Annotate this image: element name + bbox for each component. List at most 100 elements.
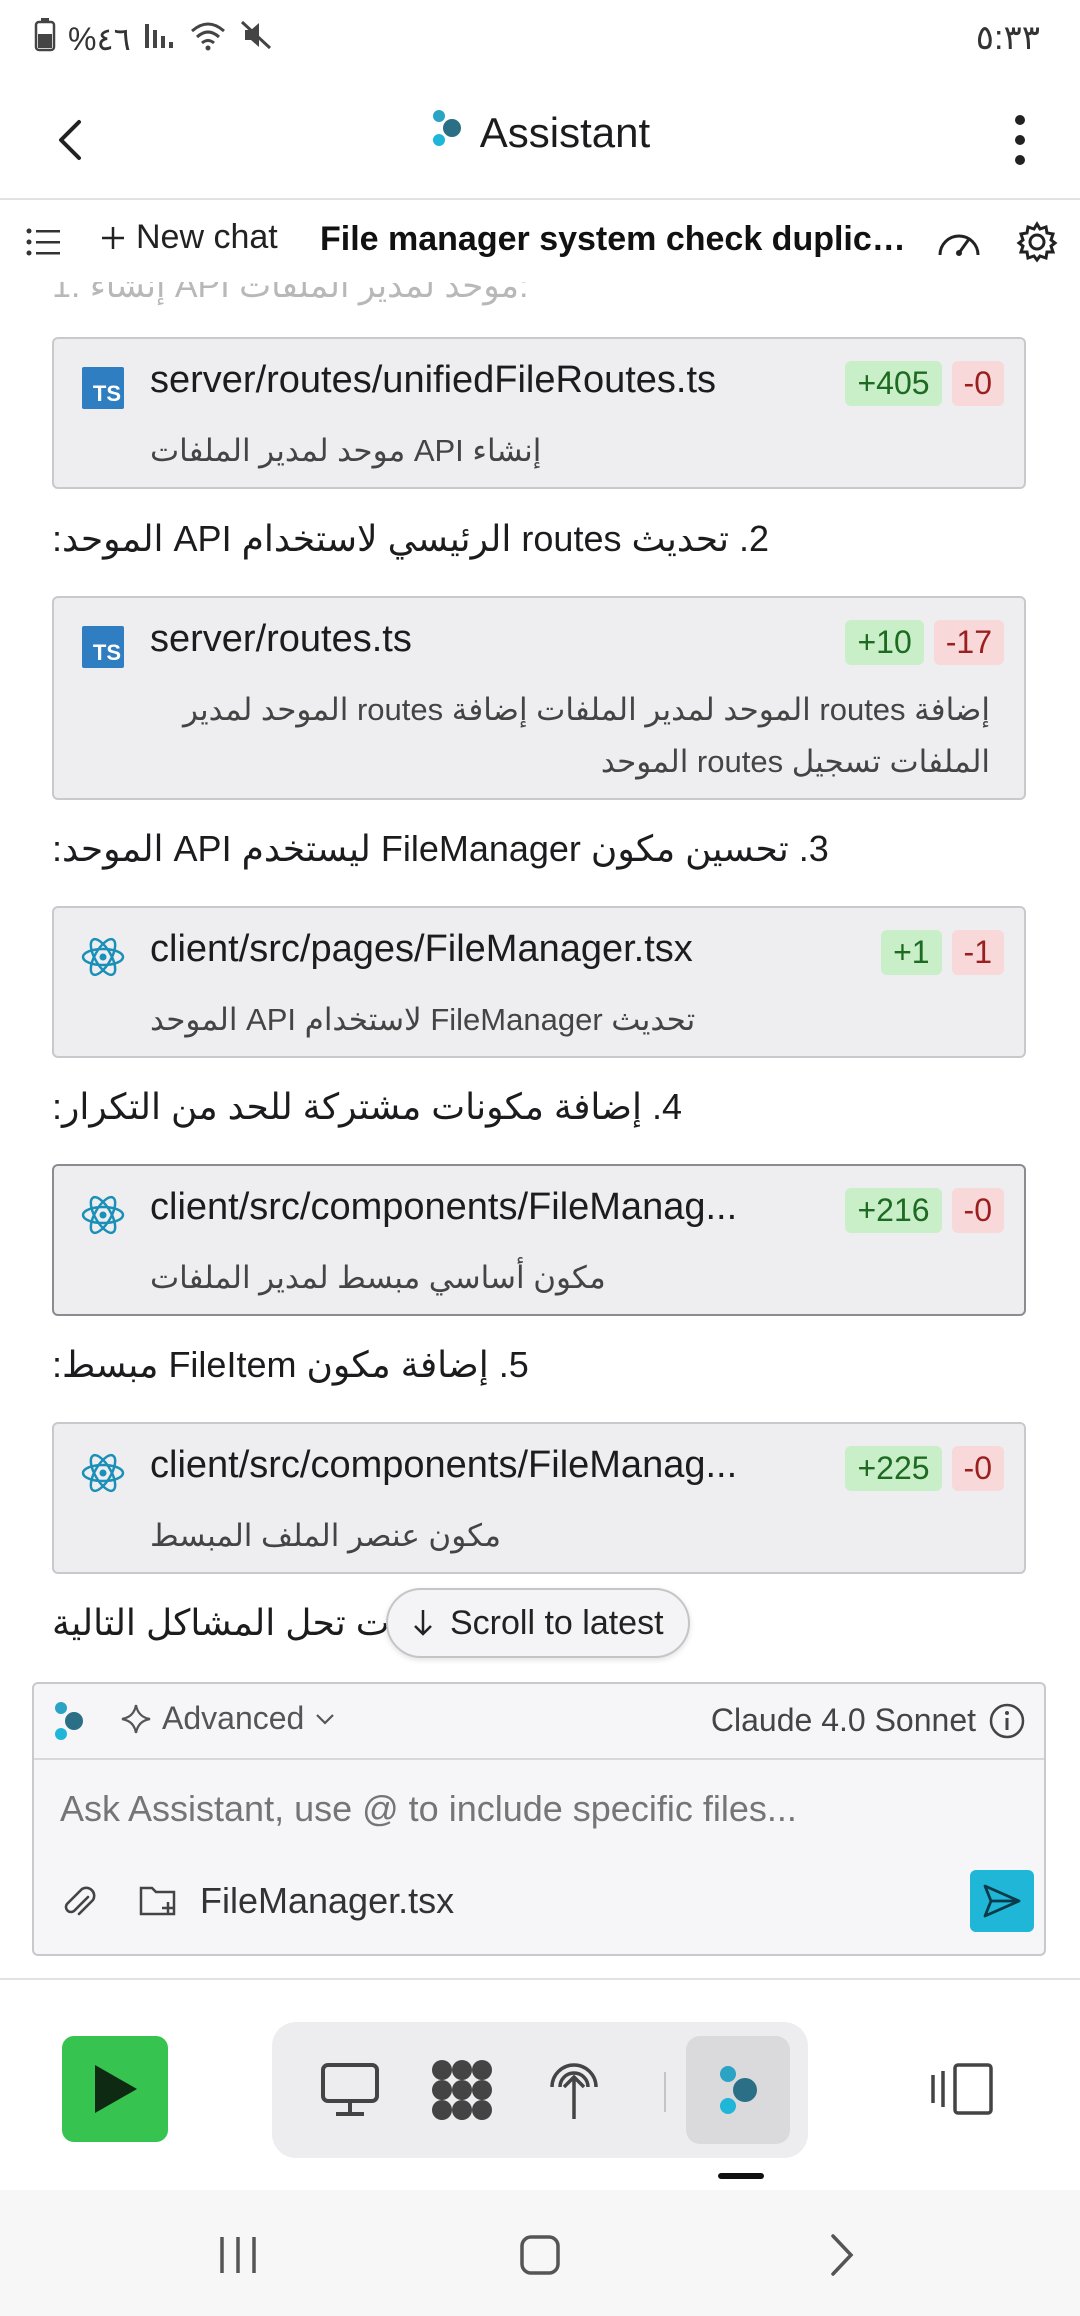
battery-percent: %٤٦ <box>68 21 131 57</box>
assistant-logo-icon <box>52 1700 86 1747</box>
diff-stats: +225 -0 <box>845 1446 1004 1491</box>
file-change-description: مكون عنصر الملف المبسط <box>150 1518 501 1553</box>
conversation[interactable]: 1. إنشاء API موحد لمدير الملفات: TS serv… <box>0 282 1080 1672</box>
new-chat-button[interactable]: New chat <box>100 218 278 257</box>
file-change-card[interactable]: TS server/routes.ts +10 -17 إضافة routes… <box>52 596 1026 800</box>
drag-handle[interactable] <box>718 2173 764 2179</box>
more-options-button[interactable] <box>1000 108 1040 172</box>
chat-title[interactable]: File manager system check duplicat... <box>320 220 920 259</box>
file-change-card[interactable]: client/src/components/FileManag... +216 … <box>52 1164 1026 1316</box>
file-change-description: تحديث FileManager لاستخدام API الموحد <box>150 1002 696 1037</box>
file-change-card[interactable]: TS server/routes/unifiedFileRoutes.ts +4… <box>52 337 1026 489</box>
lines-removed-badge: -1 <box>951 930 1004 975</box>
more-vertical-icon <box>1015 115 1025 165</box>
app-header: Assistant <box>0 80 1080 200</box>
back-nav-button[interactable] <box>802 2220 882 2290</box>
settings-button[interactable] <box>1012 218 1062 266</box>
page-title-wrap: Assistant <box>0 108 1080 158</box>
diff-stats: +216 -0 <box>845 1188 1004 1233</box>
model-label[interactable]: Claude 4.0 Sonnet <box>711 1702 976 1739</box>
tool-switcher <box>272 2022 808 2158</box>
file-path: client/src/pages/FileManager.tsx <box>150 928 693 970</box>
typescript-icon: TS <box>80 365 126 411</box>
message-composer: Advanced Claude 4.0 Sonnet FileManager.t… <box>32 1682 1046 1956</box>
scroll-to-latest-button[interactable]: Scroll to latest <box>386 1588 690 1658</box>
file-change-card[interactable]: client/src/pages/FileManager.tsx +1 -1 ت… <box>52 906 1026 1058</box>
scroll-to-latest-label: Scroll to latest <box>450 1603 664 1642</box>
file-change-description: إنشاء API موحد لمدير الملفات <box>150 433 542 468</box>
lines-added-badge: +216 <box>845 1188 942 1233</box>
lines-added-badge: +1 <box>881 930 942 975</box>
recents-icon <box>220 2237 256 2273</box>
home-icon <box>520 2235 560 2275</box>
mode-label: Advanced <box>162 1700 305 1736</box>
status-icons: %٤٦ <box>34 18 273 60</box>
step-heading: 4. إضافة مكونات مشتركة للحد من التكرار: <box>52 1086 682 1127</box>
tool-webview[interactable] <box>310 2050 390 2130</box>
message-input[interactable] <box>60 1788 1020 1830</box>
faded-step-heading: 1. إنشاء API موحد لمدير الملفات: <box>52 282 529 305</box>
run-button[interactable] <box>62 2036 168 2142</box>
lines-removed-badge: -0 <box>951 1188 1004 1233</box>
page-title: Assistant <box>479 109 651 156</box>
recent-apps-button[interactable] <box>198 2220 278 2290</box>
attach-button[interactable] <box>54 1878 106 1930</box>
composer-options-row: Advanced Claude 4.0 Sonnet <box>34 1684 1044 1760</box>
chevron-right-icon <box>831 2234 854 2276</box>
workspace-toolbar <box>0 1978 1080 2188</box>
usage-button[interactable] <box>934 218 984 266</box>
tool-deploy[interactable] <box>534 2050 614 2130</box>
lines-removed-badge: -0 <box>951 1446 1004 1491</box>
diff-stats: +405 -0 <box>845 361 1004 406</box>
send-icon <box>983 1884 1021 1918</box>
paperclip-icon <box>64 1886 96 1916</box>
lines-removed-badge: -0 <box>951 361 1004 406</box>
mode-selector[interactable]: Advanced <box>120 1700 336 1737</box>
file-path: client/src/components/FileManag... <box>150 1444 738 1486</box>
home-button[interactable] <box>500 2220 580 2290</box>
lines-removed-badge: -17 <box>933 620 1004 665</box>
diff-stats: +10 -17 <box>845 620 1004 665</box>
tool-assistant[interactable] <box>686 2036 790 2144</box>
file-path: server/routes/unifiedFileRoutes.ts <box>150 359 717 401</box>
file-path: server/routes.ts <box>150 618 412 660</box>
lines-added-badge: +405 <box>845 361 942 406</box>
file-change-card[interactable]: client/src/components/FileManag... +225 … <box>52 1422 1026 1574</box>
typescript-icon: TS <box>80 624 126 670</box>
wifi-icon <box>189 19 227 59</box>
arrow-down-icon <box>414 1610 432 1636</box>
system-nav-bar <box>0 2190 1080 2316</box>
gear-icon <box>1016 221 1058 263</box>
step-heading: 5. إضافة مكون FileItem مبسط: <box>52 1344 529 1385</box>
model-info-button[interactable] <box>986 1700 1028 1742</box>
mute-icon <box>239 19 273 59</box>
context-file-chip[interactable]: FileManager.tsx <box>138 1880 454 1922</box>
chat-toolbar: New chat File manager system check dupli… <box>0 200 1080 282</box>
react-icon <box>80 934 126 980</box>
play-icon <box>95 2065 137 2113</box>
monitor-icon <box>321 2063 379 2116</box>
react-icon <box>80 1450 126 1496</box>
battery-icon <box>34 18 56 60</box>
sparkle-icon <box>121 1704 151 1733</box>
tool-workspace[interactable] <box>422 2050 502 2130</box>
step-heading: 3. تحسين مكون FileManager ليستخدم API ال… <box>52 828 829 869</box>
split-panel-icon <box>931 2063 993 2115</box>
chevron-down-icon <box>316 1713 335 1725</box>
layout-toggle-button[interactable] <box>928 2058 996 2120</box>
file-change-description: إضافة routes الموحد لمدير الملفات إضافة … <box>182 692 990 779</box>
assistant-logo-icon <box>720 2066 757 2114</box>
lines-added-badge: +10 <box>845 620 924 665</box>
react-icon <box>80 1192 126 1238</box>
signal-icon <box>143 20 177 58</box>
new-chat-label: New chat <box>136 218 278 256</box>
file-path: client/src/components/FileManag... <box>150 1186 738 1228</box>
send-button[interactable] <box>970 1870 1034 1932</box>
chat-history-button[interactable] <box>20 218 68 266</box>
assistant-logo-icon <box>430 108 464 158</box>
file-change-description: مكون أساسي مبسط لمدير الملفات <box>150 1260 606 1295</box>
tool-separator <box>664 2072 666 2112</box>
lines-added-badge: +225 <box>845 1446 942 1491</box>
context-file-name: FileManager.tsx <box>200 1880 455 1921</box>
grid-blocks-icon <box>432 2060 492 2120</box>
